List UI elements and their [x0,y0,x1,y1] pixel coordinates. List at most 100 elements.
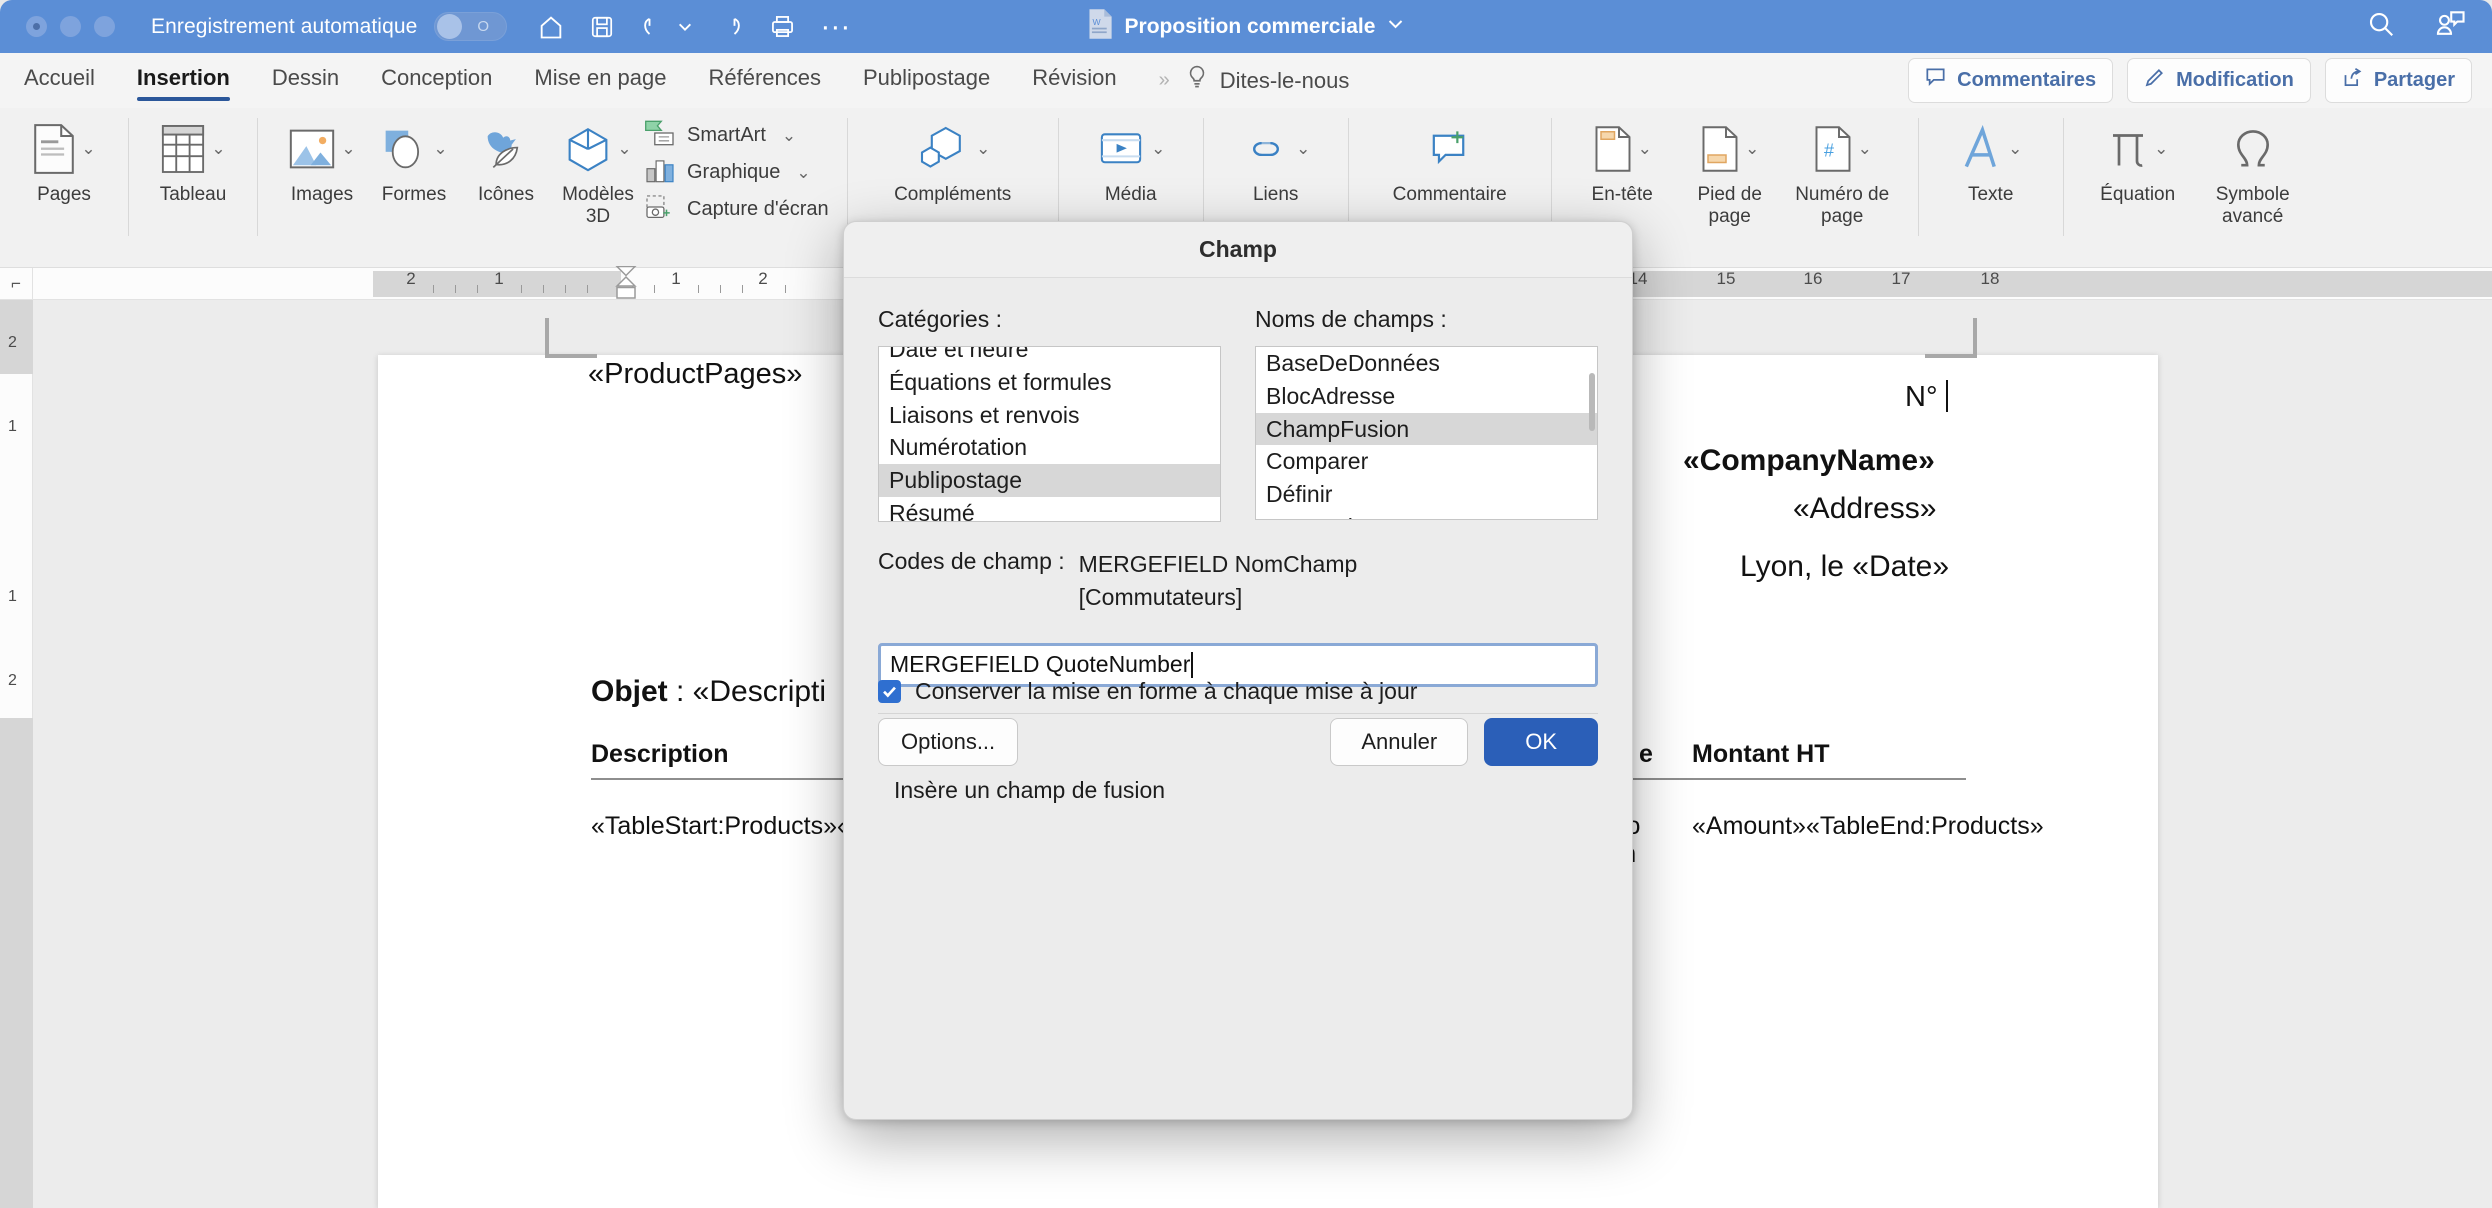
category-option-resume[interactable]: Résumé [879,497,1220,522]
chart-button[interactable]: Graphique ⌄ [644,157,829,188]
preserve-formatting-row[interactable]: Conserver la mise en forme à chaque mise… [878,678,1417,705]
icons-button[interactable]: Icônes [460,108,552,206]
category-option-equations[interactable]: Équations et formules [879,366,1220,399]
fieldname-option-basededonnees[interactable]: BaseDeDonnées [1256,347,1597,380]
chart-chevron-down-icon[interactable]: ⌄ [796,163,810,183]
equation-button[interactable]: ⌄ Équation [2082,108,2194,206]
merge-field-product-pages[interactable]: «ProductPages» [588,358,802,391]
undo-dropdown-icon[interactable] [677,19,693,35]
fieldname-option-comparer[interactable]: Comparer [1256,445,1597,478]
media-chevron-down-icon[interactable]: ⌄ [1151,139,1165,159]
table-chevron-down-icon[interactable]: ⌄ [211,139,225,159]
page-number-chevron-down-icon[interactable]: ⌄ [1858,139,1872,159]
tab-publipostage[interactable]: Publipostage [863,65,990,97]
tab-dessin[interactable]: Dessin [272,65,339,97]
media-button[interactable]: ⌄ Média [1085,108,1177,206]
more-tabs-icon[interactable]: » [1159,69,1170,92]
links-chevron-down-icon[interactable]: ⌄ [1296,139,1310,159]
table-button[interactable]: ⌄ Tableau [147,108,239,206]
account-comment-icon[interactable] [2434,9,2466,44]
model3d-button[interactable]: ⌄ Modèles 3D [552,108,644,229]
tab-mise-en-page[interactable]: Mise en page [534,65,666,97]
tell-me-box[interactable]: Dites-le-nous [1186,65,1350,97]
footer-chevron-down-icon[interactable]: ⌄ [1745,139,1759,159]
title-chevron-down-icon[interactable] [1386,15,1404,38]
minimize-button[interactable] [60,16,81,37]
fieldname-option-champfusion[interactable]: ChampFusion [1256,413,1597,446]
fieldnames-scrollbar-thumb[interactable] [1589,373,1595,431]
category-option-publipostage[interactable]: Publipostage [879,464,1220,497]
tab-insertion[interactable]: Insertion [137,65,230,97]
fieldnames-listbox[interactable]: BaseDeDonnées BlocAdresse ChampFusion Co… [1255,346,1598,520]
footer-button[interactable]: ⌄ Pied de page [1675,108,1785,229]
shapes-button[interactable]: ⌄ Formes [368,108,460,206]
more-icon[interactable]: ··· [820,20,850,34]
field-codes-row: Codes de champ : MERGEFIELD NomChamp [Co… [878,522,1598,615]
tab-references[interactable]: Références [708,65,821,97]
pages-button[interactable]: ⌄ Pages [18,108,110,206]
page-number-button[interactable]: # ⌄ Numéro de page [1785,108,1900,229]
share-button[interactable]: Partager [2325,58,2472,103]
model3d-chevron-down-icon[interactable]: ⌄ [617,139,631,159]
tab-stop-selector[interactable]: ⌐ [0,268,33,300]
screenshot-icon [644,194,676,225]
merge-field-address[interactable]: «Address» [1793,492,1936,526]
header-chevron-down-icon[interactable]: ⌄ [1638,139,1652,159]
images-button[interactable]: ⌄ Images [276,108,368,206]
fieldname-option-blocadresse[interactable]: BlocAdresse [1256,380,1597,413]
tab-accueil[interactable]: Accueil [24,65,95,97]
redo-icon[interactable] [717,13,745,41]
window-controls[interactable] [26,16,115,37]
new-comment-button[interactable]: Commentaire [1375,108,1525,206]
document-title-area[interactable]: W Proposition commerciale [1088,8,1405,45]
fieldname-option-definir[interactable]: Définir [1256,478,1597,511]
images-chevron-down-icon[interactable]: ⌄ [341,139,355,159]
options-button[interactable]: Options... [878,718,1018,766]
category-option-liaisons[interactable]: Liaisons et renvois [879,399,1220,432]
close-button[interactable] [26,16,47,37]
comments-button[interactable]: Commentaires [1908,58,2113,103]
editing-mode-label: Modification [2176,69,2294,92]
preserve-formatting-checkbox[interactable] [878,680,901,703]
table-header-description: Description [591,740,729,769]
home-icon[interactable] [537,13,565,41]
print-icon[interactable] [769,13,796,40]
links-button[interactable]: ⌄ Liens [1230,108,1322,206]
field-number-line[interactable]: N° [1905,380,1948,414]
smartart-button[interactable]: SmartArt ⌄ [644,120,829,151]
tab-conception[interactable]: Conception [381,65,492,97]
addins-chevron-down-icon[interactable]: ⌄ [976,139,990,159]
search-icon[interactable] [2366,9,2396,44]
pages-chevron-down-icon[interactable]: ⌄ [81,139,95,159]
zoom-button[interactable] [94,16,115,37]
ok-button[interactable]: OK [1484,718,1598,766]
fieldname-option-demander[interactable]: Demander [1256,511,1597,520]
field-dialog[interactable]: Champ Catégories : Date et heure Équatio… [843,221,1633,1120]
shapes-chevron-down-icon[interactable]: ⌄ [433,139,447,159]
save-icon[interactable] [589,14,615,40]
categories-listbox[interactable]: Date et heure Équations et formules Liai… [878,346,1221,522]
equation-chevron-down-icon[interactable]: ⌄ [2154,139,2168,159]
vertical-ruler[interactable]: 2 1 1 2 [0,300,33,1208]
symbol-button[interactable]: Symbole avancé [2194,108,2312,229]
table-cell-amount[interactable]: «Amount»«TableEnd:Products» [1692,812,1964,840]
category-option-date-heure[interactable]: Date et heure [879,346,1220,366]
tab-revision[interactable]: Révision [1032,65,1116,97]
city-date-line[interactable]: Lyon, le «Date» [1740,550,1949,584]
text-button[interactable]: ⌄ Texte [1945,108,2037,206]
quick-access-toolbar: ··· [537,13,850,41]
addins-button[interactable]: ⌄ Compléments [888,108,1018,206]
editing-mode-button[interactable]: Modification [2127,58,2311,103]
cancel-button[interactable]: Annuler [1330,718,1468,766]
objet-line[interactable]: Objet : «Descripti [591,675,826,709]
text-chevron-down-icon[interactable]: ⌄ [2008,139,2022,159]
category-option-numerotation[interactable]: Numérotation [879,431,1220,464]
word-document-icon: W [1088,8,1114,45]
merge-field-company-name[interactable]: «CompanyName» [1683,444,1935,478]
screenshot-button[interactable]: Capture d'écran [644,194,829,225]
autosave-toggle[interactable]: O [434,12,507,41]
header-button[interactable]: ⌄ En-tête [1570,108,1675,206]
link-icon [1241,118,1291,180]
smartart-chevron-down-icon[interactable]: ⌄ [782,126,796,146]
undo-icon[interactable] [639,13,667,41]
